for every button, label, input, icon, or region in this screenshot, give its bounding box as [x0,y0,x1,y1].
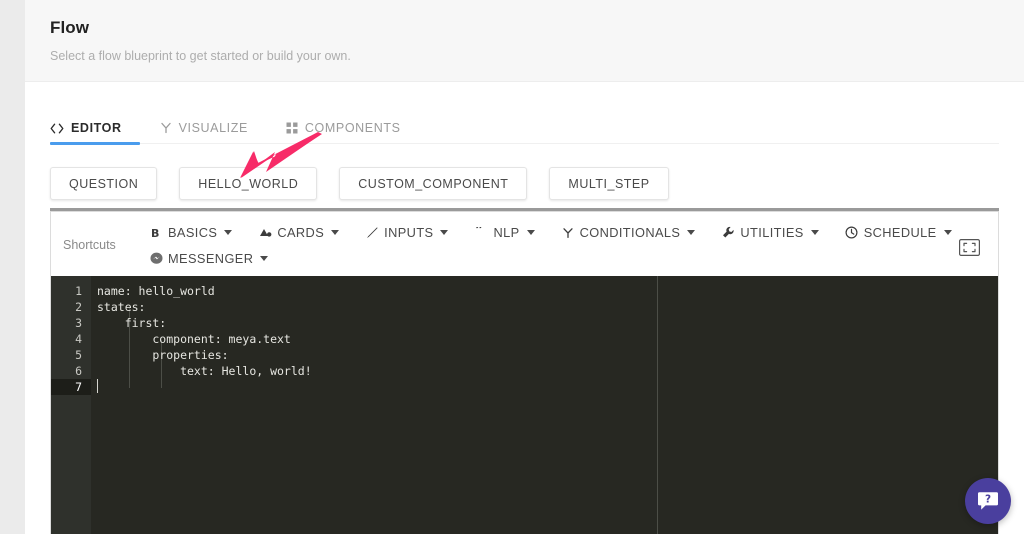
fullscreen-icon[interactable] [959,239,980,257]
wrench-icon [721,226,735,239]
branch-icon [160,122,172,134]
shortcut-inputs[interactable]: INPUTS [365,223,449,242]
content-area: Flow Select a flow blueprint to get star… [25,0,1024,534]
code-brackets-icon [50,123,64,134]
shortcut-basics-label: BASICS [168,225,218,240]
chevron-down-icon [440,230,449,235]
clock-icon [845,226,859,239]
help-chat-icon: ? [978,492,998,510]
shortcut-basics[interactable]: B BASICS [149,223,233,242]
chevron-down-icon [810,230,819,235]
tab-components-label: COMPONENTS [304,121,401,135]
shortcut-utilities[interactable]: UTILITIES [721,223,819,242]
shortcut-utilities-label: UTILITIES [740,225,804,240]
text-cursor [97,379,98,393]
code-line: properties: [97,348,229,362]
shortcut-cards[interactable]: CARDS [258,223,340,242]
tab-baseline-divider [50,143,999,144]
grid-icon [286,122,298,134]
shortcut-menu-list: B BASICS CARDS INPUTS ” NLP CONDITIONALS… [149,212,998,275]
code-editor[interactable]: 1 2 3 4 5 6 7 name: hello_world states: … [51,276,998,534]
line-number: 6 [75,364,82,378]
code-line: first: [97,316,167,330]
page-title: Flow [50,18,90,37]
app-root: Flow Select a flow blueprint to get star… [0,0,1024,534]
code-line: states: [97,300,146,314]
chevron-down-icon [943,230,952,235]
tab-active-indicator [50,142,140,145]
tab-bar: EDITOR VISUALIZE COMPONENTS [25,82,1024,150]
svg-text:”: ” [475,227,484,238]
tab-editor-label: EDITOR [71,121,122,135]
line-number: 2 [75,300,82,314]
shortcut-schedule[interactable]: SCHEDULE [845,223,952,242]
page-subtitle: Select a flow blueprint to get started o… [50,49,351,63]
chevron-down-icon [526,230,535,235]
left-margin-strip [0,0,25,534]
shortcut-conditionals[interactable]: CONDITIONALS [561,223,696,242]
branch-icon [561,227,575,239]
column-ruler [657,276,658,534]
blueprint-button-hello-world[interactable]: HELLO_WORLD [179,167,318,200]
tab-components[interactable]: COMPONENTS [286,82,415,144]
page-header: Flow Select a flow blueprint to get star… [25,0,1024,82]
quote-icon: ” [474,227,488,239]
chevron-down-icon [260,256,269,261]
code-line: component: meya.text [97,332,291,346]
shortcut-messenger[interactable]: MESSENGER [149,249,972,268]
tab-visualize-label: VISUALIZE [178,121,248,135]
code-line: name: hello_world [97,284,215,298]
blueprint-button-question[interactable]: QUESTION [50,167,158,200]
tab-visualize[interactable]: VISUALIZE [160,82,262,144]
code-line: text: Hello, world! [97,364,312,378]
bold-b-icon: B [149,227,163,239]
line-number-active: 7 [51,379,91,395]
chevron-down-icon [331,230,340,235]
cards-icon [258,227,272,239]
line-number: 5 [75,348,82,362]
shortcuts-toolbar: Shortcuts B BASICS CARDS INPUTS ” NLP CO… [51,212,998,276]
pencil-icon [365,226,379,239]
code-content[interactable]: name: hello_world states: first: compone… [91,276,998,534]
chevron-down-icon [687,230,696,235]
help-button[interactable]: ? [965,478,1011,524]
messenger-icon [149,252,163,265]
blueprint-button-group: QUESTION HELLO_WORLD CUSTOM_COMPONENT MU… [50,167,691,200]
line-number: 3 [75,316,82,330]
shortcut-messenger-label: MESSENGER [168,251,254,266]
shortcut-inputs-label: INPUTS [384,225,434,240]
shortcut-conditionals-label: CONDITIONALS [579,225,681,240]
tab-editor[interactable]: EDITOR [50,82,136,144]
editor-panel: Shortcuts B BASICS CARDS INPUTS ” NLP CO… [50,211,999,534]
shortcut-nlp[interactable]: ” NLP [474,223,535,242]
shortcut-nlp-label: NLP [493,225,520,240]
shortcut-schedule-label: SCHEDULE [863,225,937,240]
blueprint-button-custom-component[interactable]: CUSTOM_COMPONENT [339,167,528,200]
chevron-down-icon [224,230,233,235]
shortcut-cards-label: CARDS [277,225,325,240]
svg-text:B: B [151,227,160,239]
svg-text:?: ? [985,494,991,506]
blueprint-button-multi-step[interactable]: MULTI_STEP [549,167,669,200]
line-number: 1 [75,284,82,298]
shortcuts-label: Shortcuts [63,238,116,252]
line-number-gutter: 1 2 3 4 5 6 7 [51,276,91,534]
line-number: 4 [75,332,82,346]
